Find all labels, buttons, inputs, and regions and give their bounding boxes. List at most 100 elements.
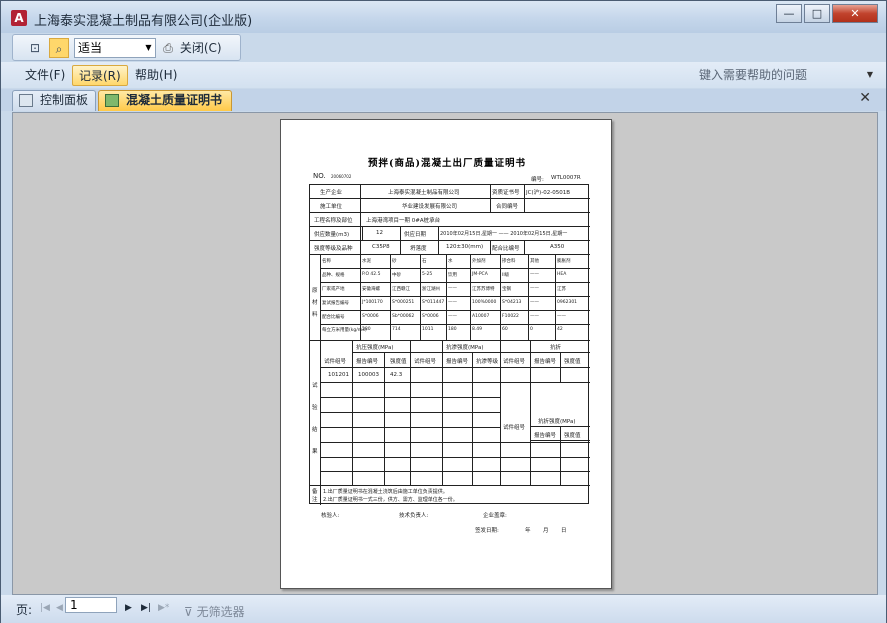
first-record-icon[interactable]: |◀ [40,603,50,613]
flex-value-label-2: 强度值 [564,433,581,439]
next-record-icon[interactable]: ▶ [125,603,132,613]
two-pages-icon[interactable]: ⊡ [25,38,45,58]
report-no-label-3: 报告编号 [534,359,557,365]
chevron-down-icon: ▼ [145,43,152,52]
menu-file[interactable]: 文件(F) [19,65,71,86]
record-number-input[interactable]: 1 [65,597,117,613]
window-close-button[interactable]: ✕ [832,4,878,23]
close-preview-button[interactable]: ⎙ 关闭(C) [160,38,222,58]
no-label: NO. [313,172,326,180]
materials-cell: 宝钢 [502,287,511,292]
sign-date-label: 签发日期: [475,528,499,534]
date-value: 2010年02月15日,星期一 —— 2010年02月15日,星期一 [440,231,568,237]
grade-label: 强度等级及品种 [314,246,353,252]
flex-value-label: 强度值 [564,359,581,365]
access-app-icon: A [11,10,27,26]
materials-cell: A10007 [472,314,490,319]
materials-cell: 饮用 [448,273,457,278]
materials-cell: 江西赣江 [392,287,410,292]
new-record-icon[interactable]: ▶* [158,603,169,613]
prev-record-icon[interactable]: ◀ [56,603,63,613]
materials-cell: 江苏 [557,287,566,292]
materials-cell: 280 [362,327,371,332]
zoom-icon[interactable]: ⌕ [49,38,69,58]
tab-quality-certificate[interactable]: 混凝土质量证明书 [98,90,232,111]
title-bar[interactable]: A 上海泰实混凝土制品有限公司(企业版) — □ ✕ [1,1,886,33]
materials-cell: 8.49 [472,327,483,332]
zoom-select[interactable]: 适当 ▼ [74,38,156,58]
materials-cell: —— [448,300,457,305]
materials-cell: 100%0000 [472,300,497,305]
tab-quality-certificate-label: 混凝土质量证明书 [126,93,223,107]
producer-label: 生产企业 [320,190,343,196]
materials-cell: 复试报告编号 [322,301,349,306]
materials-cell: —— [530,272,539,277]
materials-cell: S*0006 [362,314,379,319]
group-label-3: 试件组号 [503,359,526,365]
sign-seal: 企业盖章: [483,513,507,519]
materials-cell: J*100170 [362,300,383,305]
slump-value: 120±30(mm) [446,244,484,250]
grade-value: C35P8 [372,244,390,250]
materials-header-cell: 水泥 [362,259,371,264]
window-title: 上海泰实混凝土制品有限公司(企业版) [34,14,253,29]
chevron-down-icon: ▼ [866,70,873,79]
materials-cell: Sb*00062 [392,314,415,319]
materials-cell: —— [448,314,457,319]
slump-label: 坍落度 [410,246,427,252]
group-label-1: 试件组号 [324,359,347,365]
preview-area[interactable]: 预拌(商品)混凝土出厂质量证明书 NO. 20060702 编号: WTL000… [12,112,878,595]
group-label-2: 试件组号 [414,359,437,365]
close-tab-icon[interactable]: ✕ [859,90,871,106]
materials-cell: II级 [502,273,510,278]
materials-header-cell: 掺合料 [502,259,516,264]
materials-header-cell: 砂 [392,259,397,264]
materials-cell: 0 [530,327,533,332]
builder-value: 华业建设发展有限公司 [402,204,458,210]
materials-cell: F10022 [502,314,519,319]
test-report-no: 100003 [358,372,379,378]
minimize-button[interactable]: — [776,4,802,23]
report-title: 预拌(商品)混凝土出厂质量证明书 [368,158,526,169]
sign-year: 年 [525,528,531,534]
materials-cell: HEA [557,272,567,277]
sign-checker: 核验人: [321,513,340,519]
test-strength-value: 42.3 [390,372,403,378]
materials-cell: 江苏苏博特 [472,287,495,292]
tab-control-panel-label: 控制面板 [40,93,89,107]
document-tabs: 控制面板 混凝土质量证明书 ✕ [1,89,886,111]
builder-label: 施工单位 [320,204,343,210]
materials-cell: JM-PCA [472,272,488,277]
no-filter-button[interactable]: ⊽ 无筛选器 [184,603,245,620]
test-group-no: 101201 [328,372,349,378]
app-window: A 上海泰实混凝土制品有限公司(企业版) — □ ✕ ⊡ ⌕ 适当 ▼ ⎙ 关闭(… [0,0,887,623]
materials-cell: 厂家或产地 [322,287,345,292]
perm-grade-label: 抗渗等级 [476,359,499,365]
menu-help[interactable]: 帮助(H) [129,65,183,86]
volume-label: 供应数量(m3) [314,232,350,238]
materials-cell: —— [557,314,566,319]
strength-value-label: 强度值 [390,359,407,365]
materials-cell: P.O 42.5 [362,272,381,277]
contract-label: 合同编号 [496,204,519,210]
report-no-label-4: 报告编号 [534,433,557,439]
report-page: 预拌(商品)混凝土出厂质量证明书 NO. 20060702 编号: WTL000… [280,119,612,589]
materials-header-cell: 外加剂 [472,259,486,264]
perm-header: 抗渗强度(MPa) [446,345,484,351]
sign-tech-lead: 技术负责人: [399,513,429,519]
menu-records[interactable]: 记录(R) [72,65,128,86]
last-record-icon[interactable]: ▶| [141,603,151,613]
close-preview-label: 关闭(C) [179,41,222,55]
project-value: 上海港湾项目一期 0#A桩承台 [366,218,441,224]
materials-cell: 配合比编号 [322,315,345,320]
serial-label: 编号: [531,177,544,183]
materials-cell: S*000251 [392,300,415,305]
note-1: 1.出厂质量证明书在混凝土浇筑后由施工单位负责提供。 [323,489,448,495]
maximize-button[interactable]: □ [804,4,830,23]
report-no-label-2: 报告编号 [446,359,469,365]
status-bar: 页: |◀ ◀ ▶ ▶| ▶* ⊽ 无筛选器 [1,595,886,623]
materials-cell: —— [448,286,457,291]
tab-control-panel[interactable]: 控制面板 [12,90,96,111]
no-value: 20060702 [331,174,352,179]
help-question-box[interactable]: 键入需要帮助的问题 ▼ [695,65,875,85]
